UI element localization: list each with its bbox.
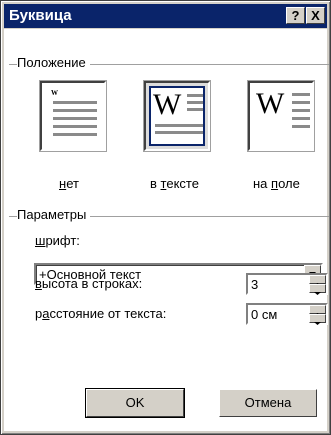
- label-text: ет: [66, 176, 79, 191]
- label-text: сстояние от текста:: [49, 306, 167, 321]
- preview-line: [155, 124, 203, 127]
- help-button[interactable]: ?: [286, 7, 305, 24]
- option-in-text[interactable]: W: [143, 80, 211, 152]
- accel-key: ш: [35, 233, 46, 248]
- preview-line: [292, 109, 310, 112]
- height-value: 3: [251, 277, 259, 292]
- option-in-text-glyph: W: [153, 88, 182, 121]
- option-none[interactable]: W: [39, 80, 107, 152]
- help-icon: ?: [291, 8, 300, 23]
- close-button[interactable]: X: [306, 7, 325, 24]
- preview-line: [292, 125, 310, 128]
- label-text: ысота в строках:: [41, 276, 143, 291]
- dialog-title: Буквица: [9, 7, 72, 24]
- option-in-text-label[interactable]: в тексте: [150, 176, 199, 191]
- font-label: шрифт:: [35, 233, 80, 248]
- dialog-body: Положение W W W нет в тексте на поле Пар…: [4, 29, 329, 431]
- preview-line: [53, 101, 97, 104]
- distance-value: 0 см: [251, 307, 278, 322]
- accel-key: в: [35, 276, 42, 291]
- preview-line: [187, 108, 203, 111]
- distance-up-button[interactable]: [309, 305, 326, 316]
- height-label: высота в строках:: [35, 276, 142, 291]
- preview-line: [187, 101, 203, 104]
- distance-spinner[interactable]: 0 см: [246, 303, 328, 325]
- preview-line: [292, 101, 310, 104]
- distance-label: расстояние от текста:: [35, 306, 166, 321]
- label-text: оле: [278, 176, 300, 191]
- height-spinner[interactable]: 3: [246, 273, 328, 295]
- preview-line: [53, 133, 97, 136]
- selection-frame: W: [149, 86, 205, 146]
- label-text: ексте: [166, 176, 199, 191]
- preview-line: [53, 117, 97, 120]
- label-text: в: [150, 176, 161, 191]
- preview-line: [155, 131, 203, 134]
- position-group-label: Положение: [17, 55, 90, 70]
- preview-line: [187, 94, 203, 97]
- height-up-button[interactable]: [309, 275, 326, 286]
- distance-down-button[interactable]: [309, 314, 326, 325]
- cancel-button[interactable]: Отмена: [219, 389, 317, 417]
- arrow-down-icon: [314, 292, 321, 295]
- title-bar[interactable]: Буквица ? X: [4, 4, 327, 28]
- height-down-button[interactable]: [309, 284, 326, 295]
- option-none-label[interactable]: нет: [59, 176, 79, 191]
- option-in-margin-label[interactable]: на поле: [253, 176, 300, 191]
- option-none-glyph: W: [51, 89, 58, 97]
- ok-button[interactable]: OK: [85, 388, 185, 418]
- close-icon: X: [311, 8, 320, 23]
- option-in-margin[interactable]: W: [247, 80, 315, 152]
- preview-line: [292, 117, 310, 120]
- preview-line: [292, 93, 310, 96]
- label-text: на: [253, 176, 272, 191]
- drop-cap-dialog: Буквица ? X Положение W W W нет в тексте…: [0, 0, 331, 435]
- arrow-down-icon: [314, 322, 321, 325]
- preview-line: [53, 109, 97, 112]
- params-group-label: Параметры: [17, 207, 91, 222]
- label-text: рифт:: [45, 233, 80, 248]
- preview-line: [53, 125, 97, 128]
- option-in-margin-glyph: W: [256, 87, 285, 120]
